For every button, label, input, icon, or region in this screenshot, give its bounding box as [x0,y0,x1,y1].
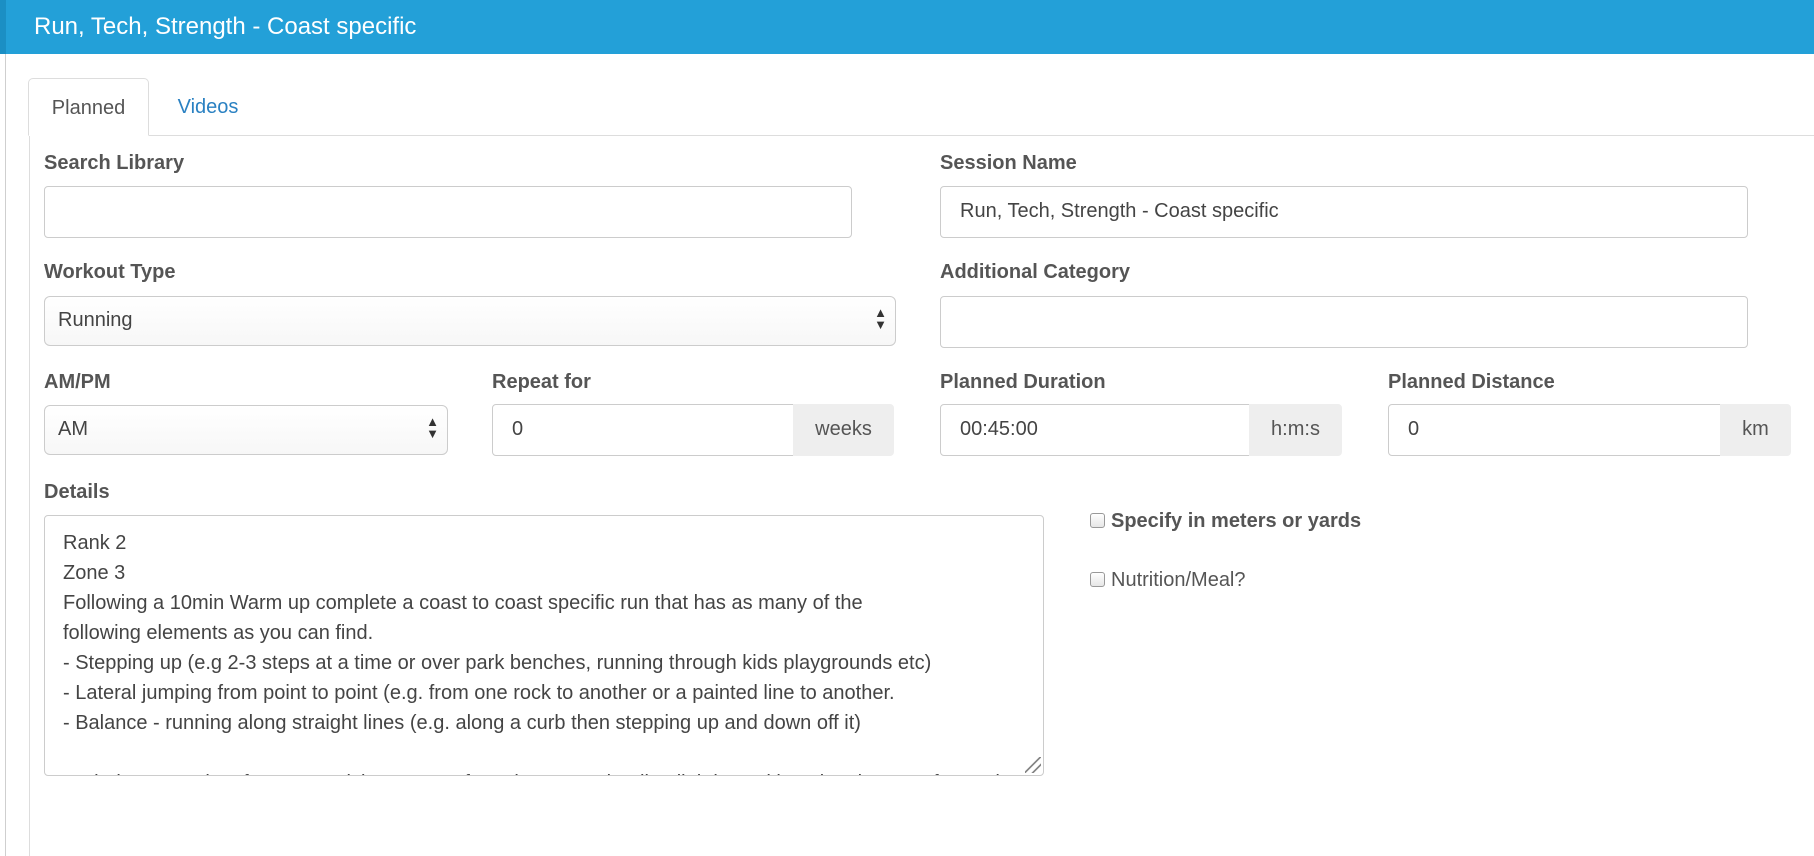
repeat-for-label: Repeat for [492,371,591,393]
details-label: Details [44,481,110,503]
planned-duration-label: Planned Duration [940,371,1106,393]
details-textarea[interactable]: Rank 2 Zone 3 Following a 10min Warm up … [44,515,1044,776]
search-library-input[interactable] [44,186,852,238]
details-line: Technique - Look to focus on quick, accu… [63,768,1025,775]
planned-distance-input[interactable]: 0 [1388,404,1721,456]
specify-meters-yards-option[interactable]: Specify in meters or yards [1090,510,1361,534]
session-name-input[interactable]: Run, Tech, Strength - Coast specific [940,186,1748,238]
repeat-for-input[interactable]: 0 [492,404,794,456]
specify-meters-yards-label: Specify in meters or yards [1111,510,1362,532]
additional-category-label: Additional Category [940,261,1131,283]
details-line: following elements as you can find. [63,622,374,644]
session-name-label: Session Name [940,152,1077,174]
tab-videos[interactable]: Videos [170,78,246,136]
workout-type-label: Workout Type [44,261,176,283]
up-down-arrows-icon: ▲ ▼ [426,414,439,441]
specify-meters-yards-checkbox[interactable] [1090,513,1105,528]
workout-type-value: Running [58,309,133,331]
tab-planned[interactable]: Planned [28,78,149,136]
modal-border [5,54,6,856]
details-line: Following a 10min Warm up complete a coa… [63,592,863,614]
details-line: - Stepping up (e.g 2-3 steps at a time o… [63,652,932,674]
planned-duration-unit: h:m:s [1249,404,1342,456]
planned-distance-label: Planned Distance [1388,371,1555,393]
am-pm-value: AM [58,418,88,440]
details-line: Rank 2 [63,532,127,554]
repeat-for-unit: weeks [793,404,894,456]
nutrition-meal-label: Nutrition/Meal? [1111,569,1246,591]
additional-category-input[interactable] [940,296,1748,348]
details-line: - Lateral jumping from point to point (e… [63,682,895,704]
modal-header: Run, Tech, Strength - Coast specific [0,0,1814,54]
details-line: Zone 3 [63,562,126,584]
search-library-label: Search Library [44,152,185,174]
details-line [63,738,1025,768]
details-line: - Balance - running along straight lines… [63,712,861,734]
am-pm-select[interactable]: AM ▲ ▼ [44,405,448,455]
workout-type-select[interactable]: Running ▲ ▼ [44,296,896,346]
planned-duration-input[interactable]: 00:45:00 [940,404,1250,456]
resize-handle-icon[interactable] [1025,757,1041,773]
nutrition-meal-checkbox[interactable] [1090,572,1105,587]
nutrition-meal-option[interactable]: Nutrition/Meal? [1090,569,1246,593]
am-pm-label: AM/PM [44,371,111,393]
up-down-arrows-icon: ▲ ▼ [874,305,887,332]
planned-distance-unit: km [1720,404,1791,456]
modal-title: Run, Tech, Strength - Coast specific [34,13,417,40]
